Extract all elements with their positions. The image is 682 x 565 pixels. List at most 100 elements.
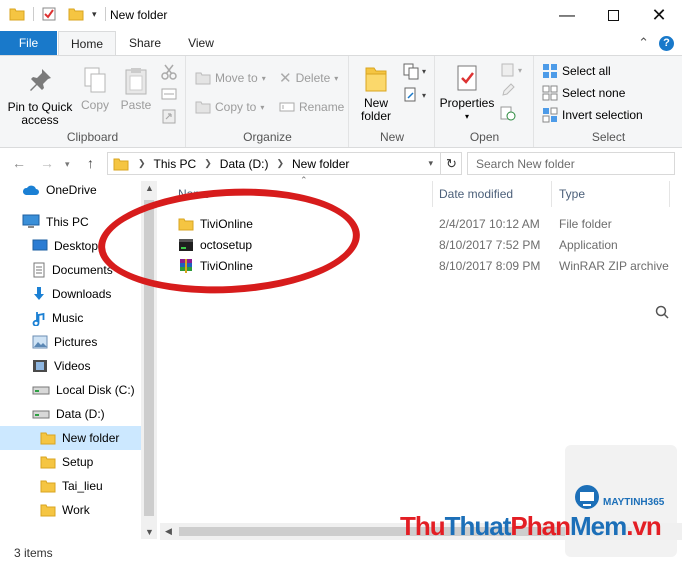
cut-icon[interactable]: [161, 64, 177, 80]
refresh-icon: ↻: [446, 155, 457, 171]
sidebar-item-videos[interactable]: Videos: [32, 354, 90, 378]
sidebar-item-onedrive[interactable]: OneDrive: [22, 178, 97, 202]
column-divider[interactable]: [669, 181, 670, 207]
properties-icon[interactable]: [42, 7, 56, 21]
pin-to-quick-access-button[interactable]: Pin to Quick access: [5, 66, 75, 127]
history-icon: [500, 106, 516, 121]
divider: [33, 7, 34, 21]
history-button[interactable]: [500, 105, 522, 124]
properties-button[interactable]: Properties ▾: [438, 64, 496, 123]
search-input[interactable]: Search New folder: [467, 152, 675, 175]
sidebar-item-label: Desktop: [54, 239, 99, 253]
move-to-label: Move to: [215, 71, 258, 85]
tab-file[interactable]: File: [0, 31, 57, 55]
downloads-icon: [32, 286, 46, 302]
collapse-ribbon-icon[interactable]: ⌃: [638, 35, 649, 51]
new-folder-label: New folder: [360, 96, 392, 123]
move-to-button[interactable]: Move to ▾: [195, 69, 266, 87]
copy-button[interactable]: Copy: [77, 66, 113, 112]
delete-button[interactable]: ✕ Delete ▾: [279, 69, 338, 87]
organize-group: Move to ▾ Copy to ▾ ✕ Delete ▾ Rename Organ…: [187, 56, 349, 147]
column-header-date-modified[interactable]: Date modified: [439, 187, 513, 201]
open-button[interactable]: ▾: [500, 62, 522, 78]
maytinh365-logo: [575, 485, 599, 509]
scroll-left-icon[interactable]: ◀: [165, 526, 172, 537]
copy-to-button[interactable]: Copy to ▾: [195, 98, 264, 116]
new-item-icon: [403, 63, 419, 80]
recent-locations-button[interactable]: ▾: [65, 159, 70, 170]
sidebar-item-setup[interactable]: Setup: [40, 450, 93, 474]
sidebar-item-tai-lieu[interactable]: Tai_lieu: [40, 474, 103, 498]
sidebar-item-work[interactable]: Work: [40, 498, 90, 522]
scroll-down-icon[interactable]: ▼: [145, 527, 154, 537]
breadcrumb-this-pc[interactable]: This PC: [154, 157, 197, 171]
new-folder-icon[interactable]: [68, 7, 84, 21]
move-to-icon: [195, 72, 211, 85]
back-button[interactable]: ←: [12, 155, 26, 171]
sidebar-item-music[interactable]: Music: [32, 306, 83, 330]
chevron-right-icon: ❯: [138, 158, 146, 168]
sidebar-item-documents[interactable]: Documents: [32, 258, 113, 282]
breadcrumb-data-d[interactable]: Data (D:): [220, 157, 269, 171]
address-dropdown-icon[interactable]: ▾: [428, 158, 433, 169]
drive-icon: [32, 408, 50, 420]
minimize-button[interactable]: —: [544, 0, 590, 31]
window-title: New folder: [110, 8, 168, 22]
edit-button[interactable]: [500, 82, 522, 101]
folder-icon: [9, 8, 25, 21]
breadcrumb[interactable]: ❯ This PC ❯ Data (D:) ❯ New folder ▾: [107, 152, 462, 175]
sidebar-item-label: Setup: [62, 455, 94, 469]
scroll-up-icon[interactable]: ▲: [145, 183, 154, 193]
back-arrow-icon: ←: [12, 155, 26, 171]
new-item-button[interactable]: ▾: [402, 62, 426, 80]
help-icon[interactable]: ?: [659, 35, 674, 51]
up-button[interactable]: ↑: [87, 155, 94, 171]
open-small-buttons: ▾: [500, 62, 522, 124]
refresh-button[interactable]: ↻: [440, 152, 462, 175]
breadcrumb-new-folder[interactable]: New folder: [292, 157, 349, 171]
folder-icon: [113, 158, 129, 170]
easy-access-icon: [404, 87, 416, 102]
new-group: New folder ▾ ▾ New: [350, 56, 435, 147]
column-divider[interactable]: [432, 181, 433, 207]
sidebar-item-downloads[interactable]: Downloads: [32, 282, 111, 306]
column-header-type[interactable]: Type: [559, 187, 585, 201]
select-all-button[interactable]: Select all: [542, 62, 611, 80]
documents-icon: [32, 262, 46, 278]
sidebar-item-pictures[interactable]: Pictures: [32, 330, 97, 354]
tab-share[interactable]: Share: [118, 31, 172, 55]
sidebar-item-this-pc[interactable]: This PC: [22, 210, 89, 234]
column-divider[interactable]: [551, 181, 552, 207]
copy-path-icon[interactable]: [161, 86, 177, 102]
paste-shortcut-icon[interactable]: [161, 108, 177, 124]
folder-icon: [40, 503, 56, 517]
select-none-button[interactable]: Select none: [542, 84, 625, 102]
copy-label: Copy: [80, 98, 109, 112]
watermark-part-1: Thu: [400, 511, 446, 541]
watermark-part-2: Thuat: [444, 511, 512, 541]
sidebar-item-new-folder[interactable]: New folder: [0, 426, 141, 450]
tab-home[interactable]: Home: [58, 31, 116, 56]
up-arrow-icon: ↑: [87, 155, 94, 171]
sidebar-item-local-disk-c[interactable]: Local Disk (C:): [32, 378, 135, 402]
forward-button[interactable]: →: [40, 155, 54, 171]
pin-label: Pin to Quick access: [7, 100, 73, 127]
cloud-icon: [22, 183, 40, 197]
ribbon-tab-bar: File Home Share View ⌃ ?: [0, 31, 682, 56]
address-bar-row: ← → ▾ ↑ ❯ This PC ❯ Data (D:) ❯ New fold…: [0, 149, 682, 319]
invert-selection-button[interactable]: Invert selection: [542, 106, 643, 124]
paste-button[interactable]: Paste: [118, 66, 154, 112]
easy-access-button[interactable]: ▾: [402, 86, 426, 104]
item-count: 3 items: [14, 546, 53, 560]
new-folder-button[interactable]: New folder: [356, 64, 396, 123]
close-button[interactable]: ✕: [636, 0, 682, 31]
chevron-down-icon: ▾: [65, 159, 70, 169]
maximize-button[interactable]: [590, 0, 636, 31]
rename-button[interactable]: Rename: [279, 98, 344, 116]
sidebar-item-data-d[interactable]: Data (D:): [32, 402, 105, 426]
properties-dropdown-icon[interactable]: ▾: [438, 110, 496, 123]
pin-icon: [30, 69, 51, 91]
tab-view[interactable]: View: [172, 31, 230, 55]
customize-dropdown-icon[interactable]: ▾: [92, 9, 97, 20]
sidebar-item-desktop[interactable]: Desktop: [32, 234, 98, 258]
